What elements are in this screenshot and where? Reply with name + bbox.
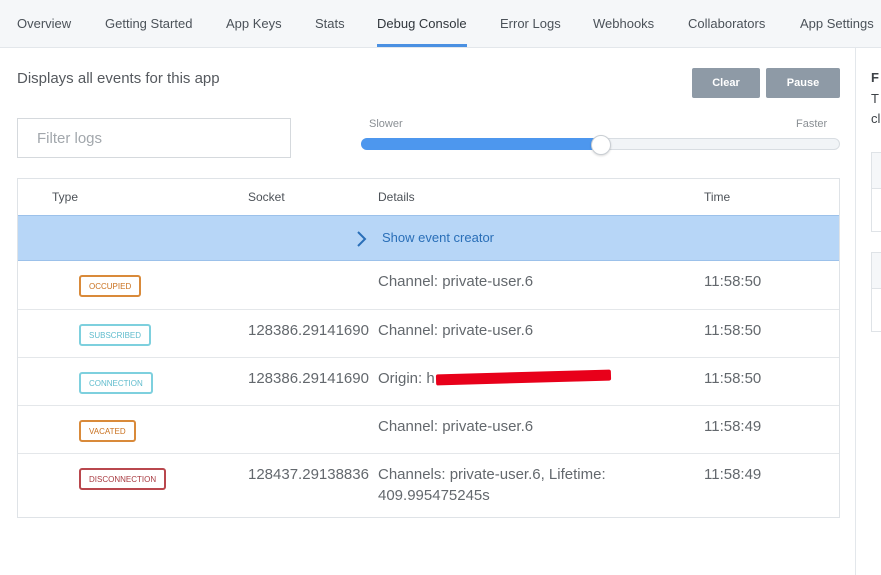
details-cell: Channel: private-user.6 xyxy=(378,418,534,435)
time-cell: 11:58:50 xyxy=(704,273,762,290)
speed-slider[interactable] xyxy=(361,135,840,155)
details-cell: Channels: private-user.6, Lifetime: 409.… xyxy=(378,466,606,504)
speed-faster-label: Faster xyxy=(796,118,828,130)
tab-getting-started[interactable]: Getting Started xyxy=(105,0,192,47)
details-cell: Channel: private-user.6 xyxy=(378,273,534,290)
event-type-badge: OCCUPIED xyxy=(79,275,142,297)
table-row: DISCONNECTION 128437.29138836 Channels: … xyxy=(18,453,839,517)
event-type-badge: CONNECTION xyxy=(79,372,153,394)
event-type-badge: SUBSCRIBED xyxy=(79,324,152,346)
side-panel-card xyxy=(871,152,881,232)
tab-collaborators[interactable]: Collaborators xyxy=(688,0,765,47)
show-event-creator-toggle[interactable]: Show event creator xyxy=(18,215,839,261)
side-panel-heading: F xyxy=(871,70,879,85)
show-event-creator-label: Show event creator xyxy=(382,230,495,245)
tab-overview[interactable]: Overview xyxy=(17,0,71,47)
time-cell: 11:58:49 xyxy=(704,466,762,483)
table-row: CONNECTION 128386.29141690 Origin: h 11:… xyxy=(18,357,839,405)
column-header-time: Time xyxy=(704,190,731,204)
details-cell: Channel: private-user.6 xyxy=(378,322,534,339)
tab-debug-console[interactable]: Debug Console xyxy=(377,0,467,47)
event-type-badge: VACATED xyxy=(79,420,136,442)
table-row: VACATED Channel: private-user.6 11:58:49 xyxy=(18,405,839,453)
socket-cell: 128437.29138836 xyxy=(248,466,369,483)
tab-error-logs[interactable]: Error Logs xyxy=(500,0,561,47)
time-cell: 11:58:49 xyxy=(704,418,762,435)
socket-cell: 128386.29141690 xyxy=(248,322,369,339)
column-header-details: Details xyxy=(378,190,415,204)
tab-app-keys[interactable]: App Keys xyxy=(226,0,282,47)
top-nav: Overview Getting Started App Keys Stats … xyxy=(0,0,881,48)
page-description: Displays all events for this app xyxy=(17,70,220,87)
tab-stats[interactable]: Stats xyxy=(315,0,345,47)
clear-button[interactable]: Clear xyxy=(692,68,760,98)
filter-logs-input[interactable] xyxy=(17,118,291,158)
slider-fill xyxy=(361,138,601,150)
chevron-right-icon xyxy=(357,231,367,247)
table-row: SUBSCRIBED 128386.29141690 Channel: priv… xyxy=(18,309,839,357)
events-table: Type Socket Details Time Show event crea… xyxy=(17,178,840,518)
tab-app-settings[interactable]: App Settings xyxy=(800,0,874,47)
tab-webhooks[interactable]: Webhooks xyxy=(593,0,654,47)
side-panel-divider xyxy=(855,48,856,575)
time-cell: 11:58:50 xyxy=(704,370,762,387)
column-header-socket: Socket xyxy=(248,190,285,204)
pause-button[interactable]: Pause xyxy=(766,68,840,98)
slider-thumb[interactable] xyxy=(590,135,611,155)
event-type-badge: DISCONNECTION xyxy=(79,468,167,490)
speed-slower-label: Slower xyxy=(369,118,403,130)
side-panel-text: T xyxy=(871,91,879,106)
side-panel-card xyxy=(871,252,881,332)
side-panel-text: cl xyxy=(871,111,881,126)
socket-cell: 128386.29141690 xyxy=(248,370,369,387)
time-cell: 11:58:50 xyxy=(704,322,762,339)
table-row: OCCUPIED Channel: private-user.6 11:58:5… xyxy=(18,261,839,309)
column-header-type: Type xyxy=(52,190,79,204)
